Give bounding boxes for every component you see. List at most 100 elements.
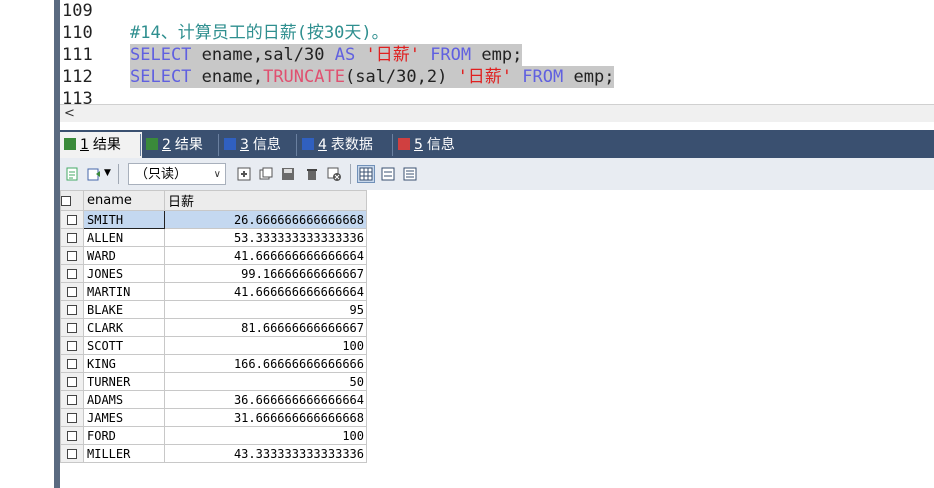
tab-4[interactable]: 4 表数据 <box>298 132 394 158</box>
code-token: FROM <box>522 67 564 87</box>
cell-daily-salary[interactable]: 95 <box>164 300 367 319</box>
row-checkbox[interactable] <box>60 372 84 391</box>
row-checkbox[interactable] <box>60 228 84 247</box>
cell-daily-salary[interactable]: 166.66666666666666 <box>164 354 367 373</box>
cell-daily-salary[interactable]: 53.333333333333336 <box>164 228 367 247</box>
code-text: SELECT ename,sal/30 AS '日薪' FROM emp; <box>130 44 523 66</box>
cell-ename[interactable]: JONES <box>83 264 165 283</box>
table-row[interactable]: ALLEN 53.333333333333336 <box>60 228 367 247</box>
scroll-left-arrow-icon[interactable]: < <box>64 105 75 123</box>
cell-ename[interactable]: ADAMS <box>83 390 165 409</box>
table-row[interactable]: FORD 100 <box>60 426 367 445</box>
tab-1[interactable]: 1 结果 <box>60 132 142 158</box>
duplicate-row-icon[interactable] <box>258 166 274 182</box>
cell-ename[interactable]: MARTIN <box>83 282 165 301</box>
toolbar-divider <box>118 164 119 184</box>
sql-editor[interactable]: 109 110 #14、计算员工的日薪(按30天)。 111 SELECT ename,… <box>60 0 934 104</box>
cell-ename[interactable]: CLARK <box>83 318 165 337</box>
save-icon[interactable] <box>280 166 296 182</box>
table-row[interactable]: KING 166.66666666666666 <box>60 354 367 373</box>
result-grid-icon <box>64 138 76 150</box>
code-token: ename, <box>191 67 264 87</box>
table-row[interactable]: WARD 41.666666666666664 <box>60 246 367 265</box>
cell-ename[interactable]: ALLEN <box>83 228 165 247</box>
row-checkbox[interactable] <box>60 354 84 373</box>
toolbar-divider <box>350 164 351 184</box>
column-header-ename[interactable]: ename <box>83 190 165 211</box>
cell-ename[interactable]: MILLER <box>83 444 165 463</box>
code-token: SELECT <box>130 67 192 87</box>
table-row[interactable]: SCOTT 100 <box>60 336 367 355</box>
code-line[interactable]: 109 <box>60 0 934 22</box>
cell-ename[interactable]: SMITH <box>83 210 165 229</box>
form-view-icon[interactable] <box>380 166 396 182</box>
cell-ename[interactable]: KING <box>83 354 165 373</box>
table-row[interactable]: MILLER 43.333333333333336 <box>60 444 367 463</box>
row-checkbox[interactable] <box>60 390 84 409</box>
row-checkbox[interactable] <box>60 318 84 337</box>
delete-icon[interactable] <box>304 166 320 182</box>
cell-ename[interactable]: TURNER <box>83 372 165 391</box>
code-token: ename,sal/30 <box>191 45 335 65</box>
code-line[interactable]: 111 SELECT ename,sal/30 AS '日薪' FROM emp; <box>60 44 934 66</box>
code-text: SELECT ename,TRUNCATE(sal/30,2) '日薪' FRO… <box>130 66 615 88</box>
import-icon[interactable] <box>86 166 102 182</box>
editor-horizontal-scrollbar[interactable]: < <box>60 104 934 123</box>
row-checkbox[interactable] <box>60 426 84 445</box>
pane-splitter[interactable] <box>60 122 934 130</box>
table-row[interactable]: JONES 99.16666666666667 <box>60 264 367 283</box>
table-row[interactable]: ADAMS 36.666666666666664 <box>60 390 367 409</box>
cell-ename[interactable]: BLAKE <box>83 300 165 319</box>
cell-daily-salary[interactable]: 43.333333333333336 <box>164 444 367 463</box>
row-checkbox[interactable] <box>60 264 84 283</box>
cancel-changes-icon[interactable] <box>326 166 342 182</box>
tab-3[interactable]: 3 信息 <box>220 132 298 158</box>
row-checkbox[interactable] <box>60 408 84 427</box>
table-row[interactable]: CLARK 81.66666666666667 <box>60 318 367 337</box>
insert-row-icon[interactable] <box>236 166 252 182</box>
table-row[interactable]: SMITH 26.666666666666668 <box>60 210 367 229</box>
row-checkbox[interactable] <box>60 246 84 265</box>
row-checkbox[interactable] <box>60 300 84 319</box>
row-checkbox[interactable] <box>60 210 84 229</box>
export-icon[interactable] <box>64 166 80 182</box>
select-all-checkbox[interactable] <box>60 190 84 211</box>
row-checkbox[interactable] <box>60 444 84 463</box>
cell-daily-salary[interactable]: 36.666666666666664 <box>164 390 367 409</box>
code-token: TRUNCATE <box>263 67 345 87</box>
cell-daily-salary[interactable]: 99.16666666666667 <box>164 264 367 283</box>
cell-ename[interactable]: SCOTT <box>83 336 165 355</box>
table-row[interactable]: JAMES 31.666666666666668 <box>60 408 367 427</box>
cell-daily-salary[interactable]: 50 <box>164 372 367 391</box>
cell-ename[interactable]: JAMES <box>83 408 165 427</box>
cell-daily-salary[interactable]: 41.666666666666664 <box>164 246 367 265</box>
cell-ename[interactable]: FORD <box>83 426 165 445</box>
cell-daily-salary[interactable]: 81.66666666666667 <box>164 318 367 337</box>
text-view-icon[interactable] <box>402 166 418 182</box>
grid-view-icon[interactable] <box>357 165 375 183</box>
cell-daily-salary[interactable]: 100 <box>164 426 367 445</box>
row-checkbox[interactable] <box>60 282 84 301</box>
table-row[interactable]: TURNER 50 <box>60 372 367 391</box>
result-grid[interactable]: ename 日薪 SMITH 26.666666666666668 ALLEN 53.… <box>60 190 367 463</box>
tab-5[interactable]: 5 信息 <box>394 132 476 158</box>
cell-ename[interactable]: WARD <box>83 246 165 265</box>
cell-daily-salary[interactable]: 100 <box>164 336 367 355</box>
cell-daily-salary[interactable]: 26.666666666666668 <box>164 210 367 229</box>
code-line[interactable]: 110 #14、计算员工的日薪(按30天)。 <box>60 22 934 44</box>
column-header-daily-salary[interactable]: 日薪 <box>164 190 367 211</box>
import-dropdown-chevron-icon[interactable]: ▼ <box>104 168 111 178</box>
code-line[interactable]: 113 <box>60 88 934 104</box>
mode-select[interactable]: （只读） ∨ <box>128 163 226 185</box>
tab-divider <box>140 134 141 156</box>
cell-daily-salary[interactable]: 31.666666666666668 <box>164 408 367 427</box>
info-multi-icon <box>398 138 410 150</box>
row-checkbox[interactable] <box>60 336 84 355</box>
tab-number: 4 <box>318 137 327 153</box>
code-line[interactable]: 112 SELECT ename,TRUNCATE(sal/30,2) '日薪' … <box>60 66 934 88</box>
table-row[interactable]: BLAKE 95 <box>60 300 367 319</box>
table-row[interactable]: MARTIN 41.666666666666664 <box>60 282 367 301</box>
tab-2[interactable]: 2 结果 <box>142 132 220 158</box>
mode-select-value: （只读） <box>135 167 188 182</box>
cell-daily-salary[interactable]: 41.666666666666664 <box>164 282 367 301</box>
